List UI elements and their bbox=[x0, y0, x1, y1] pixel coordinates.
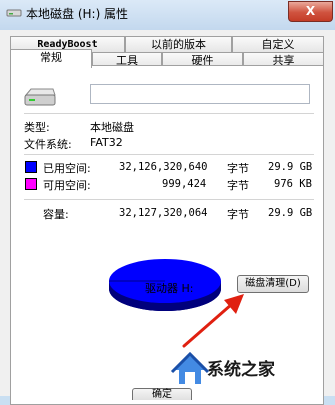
divider bbox=[24, 199, 314, 200]
used-space-bytes: 32,126,320,640 bbox=[119, 161, 208, 173]
tab-customize[interactable]: 自定义 bbox=[232, 36, 324, 52]
free-space-bytes: 999,424 bbox=[162, 178, 207, 190]
window-title: 本地磁盘 (H:) 属性 bbox=[26, 7, 129, 21]
red-arrow-annotation bbox=[182, 294, 244, 348]
tab-previous-versions[interactable]: 以前的版本 bbox=[125, 36, 232, 52]
used-space-label: 已用空间: bbox=[43, 162, 91, 175]
general-tab-panel bbox=[10, 65, 324, 405]
used-space-size: 29.9 GB bbox=[268, 161, 313, 173]
tab-general[interactable]: 常规 bbox=[10, 49, 92, 68]
divider bbox=[24, 154, 314, 155]
used-space-swatch bbox=[25, 161, 37, 173]
type-label: 类型: bbox=[24, 121, 50, 134]
volume-name-input[interactable] bbox=[90, 84, 310, 104]
watermark-text: 系统之家 bbox=[207, 360, 275, 380]
free-space-swatch bbox=[25, 178, 37, 190]
divider bbox=[24, 113, 314, 114]
capacity-unit: 字节 bbox=[227, 208, 249, 221]
drive-icon bbox=[6, 9, 22, 17]
type-value: 本地磁盘 bbox=[90, 121, 134, 134]
capacity-size: 29.9 GB bbox=[268, 207, 313, 219]
title-bar: 本地磁盘 (H:) 属性 X bbox=[0, 0, 335, 30]
hard-disk-icon bbox=[24, 88, 56, 106]
file-system-value: FAT32 bbox=[90, 136, 123, 149]
used-space-unit: 字节 bbox=[227, 162, 249, 175]
close-button[interactable]: X bbox=[288, 1, 333, 22]
free-space-unit: 字节 bbox=[227, 179, 249, 192]
capacity-bytes: 32,127,320,064 bbox=[119, 207, 208, 219]
capacity-label: 容量: bbox=[43, 208, 69, 221]
free-space-size: 976 KB bbox=[274, 178, 312, 190]
free-space-label: 可用空间: bbox=[43, 179, 91, 192]
file-system-label: 文件系统: bbox=[24, 138, 72, 151]
house-logo-icon bbox=[170, 351, 210, 384]
